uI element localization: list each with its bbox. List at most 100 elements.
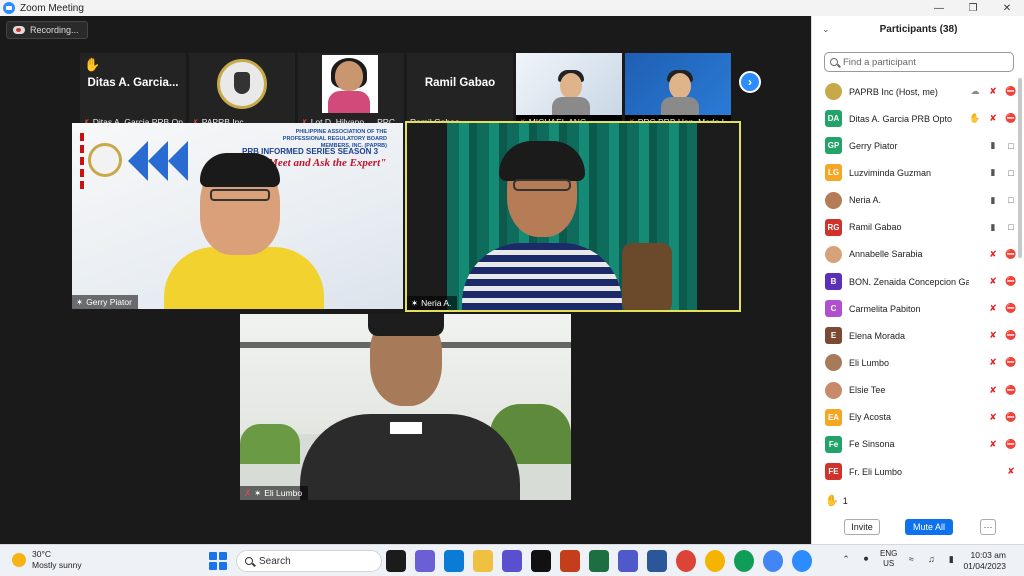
- participant-status-icons: ✋ ✘ ⛔: [969, 105, 1017, 132]
- cloud-icon[interactable]: ☁: [969, 86, 981, 98]
- mic-off-icon[interactable]: ✘: [987, 113, 999, 125]
- recording-indicator[interactable]: Recording...: [6, 21, 88, 39]
- participant-row[interactable]: DA Ditas A. Garcia PRB Opto ✋ ✘ ⛔: [812, 105, 1017, 132]
- windows-taskbar: 30°C Mostly sunny Search ⌃ ⚫ ENG US ≈ ♫ …: [0, 544, 1024, 576]
- mic-icon[interactable]: ▮: [987, 221, 999, 233]
- start-button[interactable]: [209, 552, 227, 570]
- teams-work-icon[interactable]: [618, 550, 638, 572]
- search-input[interactable]: [843, 56, 1003, 68]
- participant-row[interactable]: C Carmelita Pabiton ✘ ⛔: [812, 295, 1017, 322]
- video-thumbnail[interactable]: ✗PRC PRB Hon. Merle L...: [625, 53, 731, 129]
- powerpoint-icon[interactable]: [560, 550, 580, 572]
- video-off-icon[interactable]: ⛔: [1005, 275, 1017, 287]
- participant-avatar: C: [825, 300, 842, 318]
- chrome-canary-icon[interactable]: [705, 550, 725, 572]
- mic-off-icon[interactable]: ✘: [987, 248, 999, 260]
- mic-icon[interactable]: ▮: [987, 194, 999, 206]
- video-off-icon[interactable]: ⛔: [1005, 384, 1017, 396]
- participant-name: Neria A.: [421, 298, 452, 308]
- taskbar-search[interactable]: Search: [236, 550, 382, 572]
- video-off-icon[interactable]: ⛔: [1005, 303, 1017, 315]
- close-icon[interactable]: ✕: [990, 0, 1024, 16]
- scrollbar[interactable]: [1018, 78, 1022, 258]
- more-options-button[interactable]: ···: [980, 519, 996, 535]
- mic-off-icon[interactable]: ✘: [1005, 465, 1017, 477]
- participant-row[interactable]: Fe Fe Sinsona ✘ ⛔: [812, 431, 1017, 458]
- participant-row[interactable]: LG Luzviminda Guzman ▮ □: [812, 159, 1017, 186]
- video-off-icon[interactable]: ⛔: [1005, 330, 1017, 342]
- weather-widget[interactable]: 30°C Mostly sunny: [12, 549, 82, 571]
- video-tile-neria[interactable]: ✶ Neria A.: [405, 121, 741, 312]
- raised-hand-icon[interactable]: ✋: [969, 113, 981, 125]
- netflix-icon[interactable]: [531, 550, 551, 572]
- video-thumbnail[interactable]: ✗ Lot D. Hilvano PRC: [298, 53, 404, 129]
- participant-row[interactable]: GP Gerry Piator ▮ □: [812, 132, 1017, 159]
- video-off-icon[interactable]: ⛔: [1005, 86, 1017, 98]
- participant-name: PAPRB Inc (Host, me): [849, 86, 938, 97]
- speaker-icon[interactable]: ♫: [925, 553, 937, 565]
- mic-off-icon[interactable]: ✘: [987, 411, 999, 423]
- video-thumbnail[interactable]: Ramil Gabao Ramil Gabao: [407, 53, 513, 129]
- participant-row[interactable]: Eli Lumbo ✘ ⛔: [812, 349, 1017, 376]
- profile-face: [335, 61, 363, 91]
- teams-icon[interactable]: [502, 550, 522, 572]
- invite-button[interactable]: Invite: [844, 519, 880, 535]
- chrome-icon[interactable]: [676, 550, 696, 572]
- mic-icon[interactable]: ▮: [987, 140, 999, 152]
- restore-icon[interactable]: ❐: [956, 0, 990, 16]
- video-thumbnail[interactable]: ✗MICHAEL ANG: [516, 53, 622, 129]
- participant-row[interactable]: EA Ely Acosta ✘ ⛔: [812, 404, 1017, 431]
- system-clock[interactable]: 10:03 am 01/04/2023: [946, 550, 1006, 572]
- weather-temp: 30°C: [32, 549, 51, 559]
- mic-off-icon[interactable]: ✘: [987, 384, 999, 396]
- mic-off-icon[interactable]: ✘: [987, 438, 999, 450]
- participant-search[interactable]: [824, 52, 1014, 72]
- video-tile-eli[interactable]: ✗ ✶ Eli Lumbo: [240, 314, 571, 500]
- minimize-icon[interactable]: —: [922, 0, 956, 16]
- video-icon[interactable]: □: [1005, 140, 1017, 152]
- participant-row[interactable]: BBON. Zenaida Concepcion Gagno✘⛔: [812, 268, 1017, 295]
- chevron-up-icon[interactable]: ⌃: [840, 553, 852, 565]
- mic-off-icon[interactable]: ✘: [987, 275, 999, 287]
- mute-all-button[interactable]: Mute All: [905, 519, 953, 535]
- participant-row[interactable]: FE Fr. Eli Lumbo ✘: [812, 458, 1017, 485]
- video-name-label: ✗ ✶ Eli Lumbo: [240, 486, 309, 500]
- participant-name: Gerry Piator: [86, 297, 132, 307]
- mic-icon[interactable]: ▮: [987, 167, 999, 179]
- video-icon[interactable]: □: [1005, 167, 1017, 179]
- video-off-icon[interactable]: ⛔: [1005, 248, 1017, 260]
- next-page-button[interactable]: ›: [739, 71, 761, 93]
- video-thumbnail[interactable]: ✋ Ditas A. Garcia... ✗ Ditas A. Garcia PR…: [80, 53, 186, 129]
- video-thumbnail[interactable]: ✗ PAPRB Inc: [189, 53, 295, 129]
- participant-row[interactable]: RG Ramil Gabao ▮ □: [812, 214, 1017, 241]
- task-view-icon[interactable]: [386, 550, 406, 572]
- video-icon[interactable]: □: [1005, 194, 1017, 206]
- video-icon[interactable]: □: [1005, 221, 1017, 233]
- wifi-icon[interactable]: ≈: [905, 553, 917, 565]
- mic-off-icon[interactable]: ✘: [987, 303, 999, 315]
- participant-avatar: [825, 354, 842, 372]
- mic-off-icon[interactable]: ✘: [987, 86, 999, 98]
- chat-icon[interactable]: [415, 550, 435, 572]
- language-indicator[interactable]: ENG US: [880, 549, 897, 569]
- edge-icon[interactable]: [444, 550, 464, 572]
- microphone-icon[interactable]: ⚫: [860, 553, 872, 565]
- participant-row[interactable]: Elsie Tee ✘ ⛔: [812, 377, 1017, 404]
- video-off-icon[interactable]: ⛔: [1005, 113, 1017, 125]
- chrome-profile-icon[interactable]: [763, 550, 783, 572]
- excel-icon[interactable]: [589, 550, 609, 572]
- video-off-icon[interactable]: ⛔: [1005, 438, 1017, 450]
- video-off-icon[interactable]: ⛔: [1005, 411, 1017, 423]
- file-explorer-icon[interactable]: [473, 550, 493, 572]
- participant-row[interactable]: PAPRB Inc (Host, me) ☁ ✘ ⛔: [812, 78, 1017, 105]
- zoom-app-icon[interactable]: [792, 550, 812, 572]
- mic-off-icon[interactable]: ✘: [987, 330, 999, 342]
- participant-row[interactable]: Neria A. ▮ □: [812, 187, 1017, 214]
- participant-row[interactable]: E Elena Morada ✘ ⛔: [812, 322, 1017, 349]
- chrome-profile-icon[interactable]: [734, 550, 754, 572]
- video-tile-gerry[interactable]: PHILIPPINE ASSOCIATION OF THE PROFESSION…: [72, 123, 403, 309]
- mic-off-icon[interactable]: ✘: [987, 357, 999, 369]
- participant-row[interactable]: Annabelle Sarabia ✘ ⛔: [812, 241, 1017, 268]
- video-off-icon[interactable]: ⛔: [1005, 357, 1017, 369]
- word-icon[interactable]: [647, 550, 667, 572]
